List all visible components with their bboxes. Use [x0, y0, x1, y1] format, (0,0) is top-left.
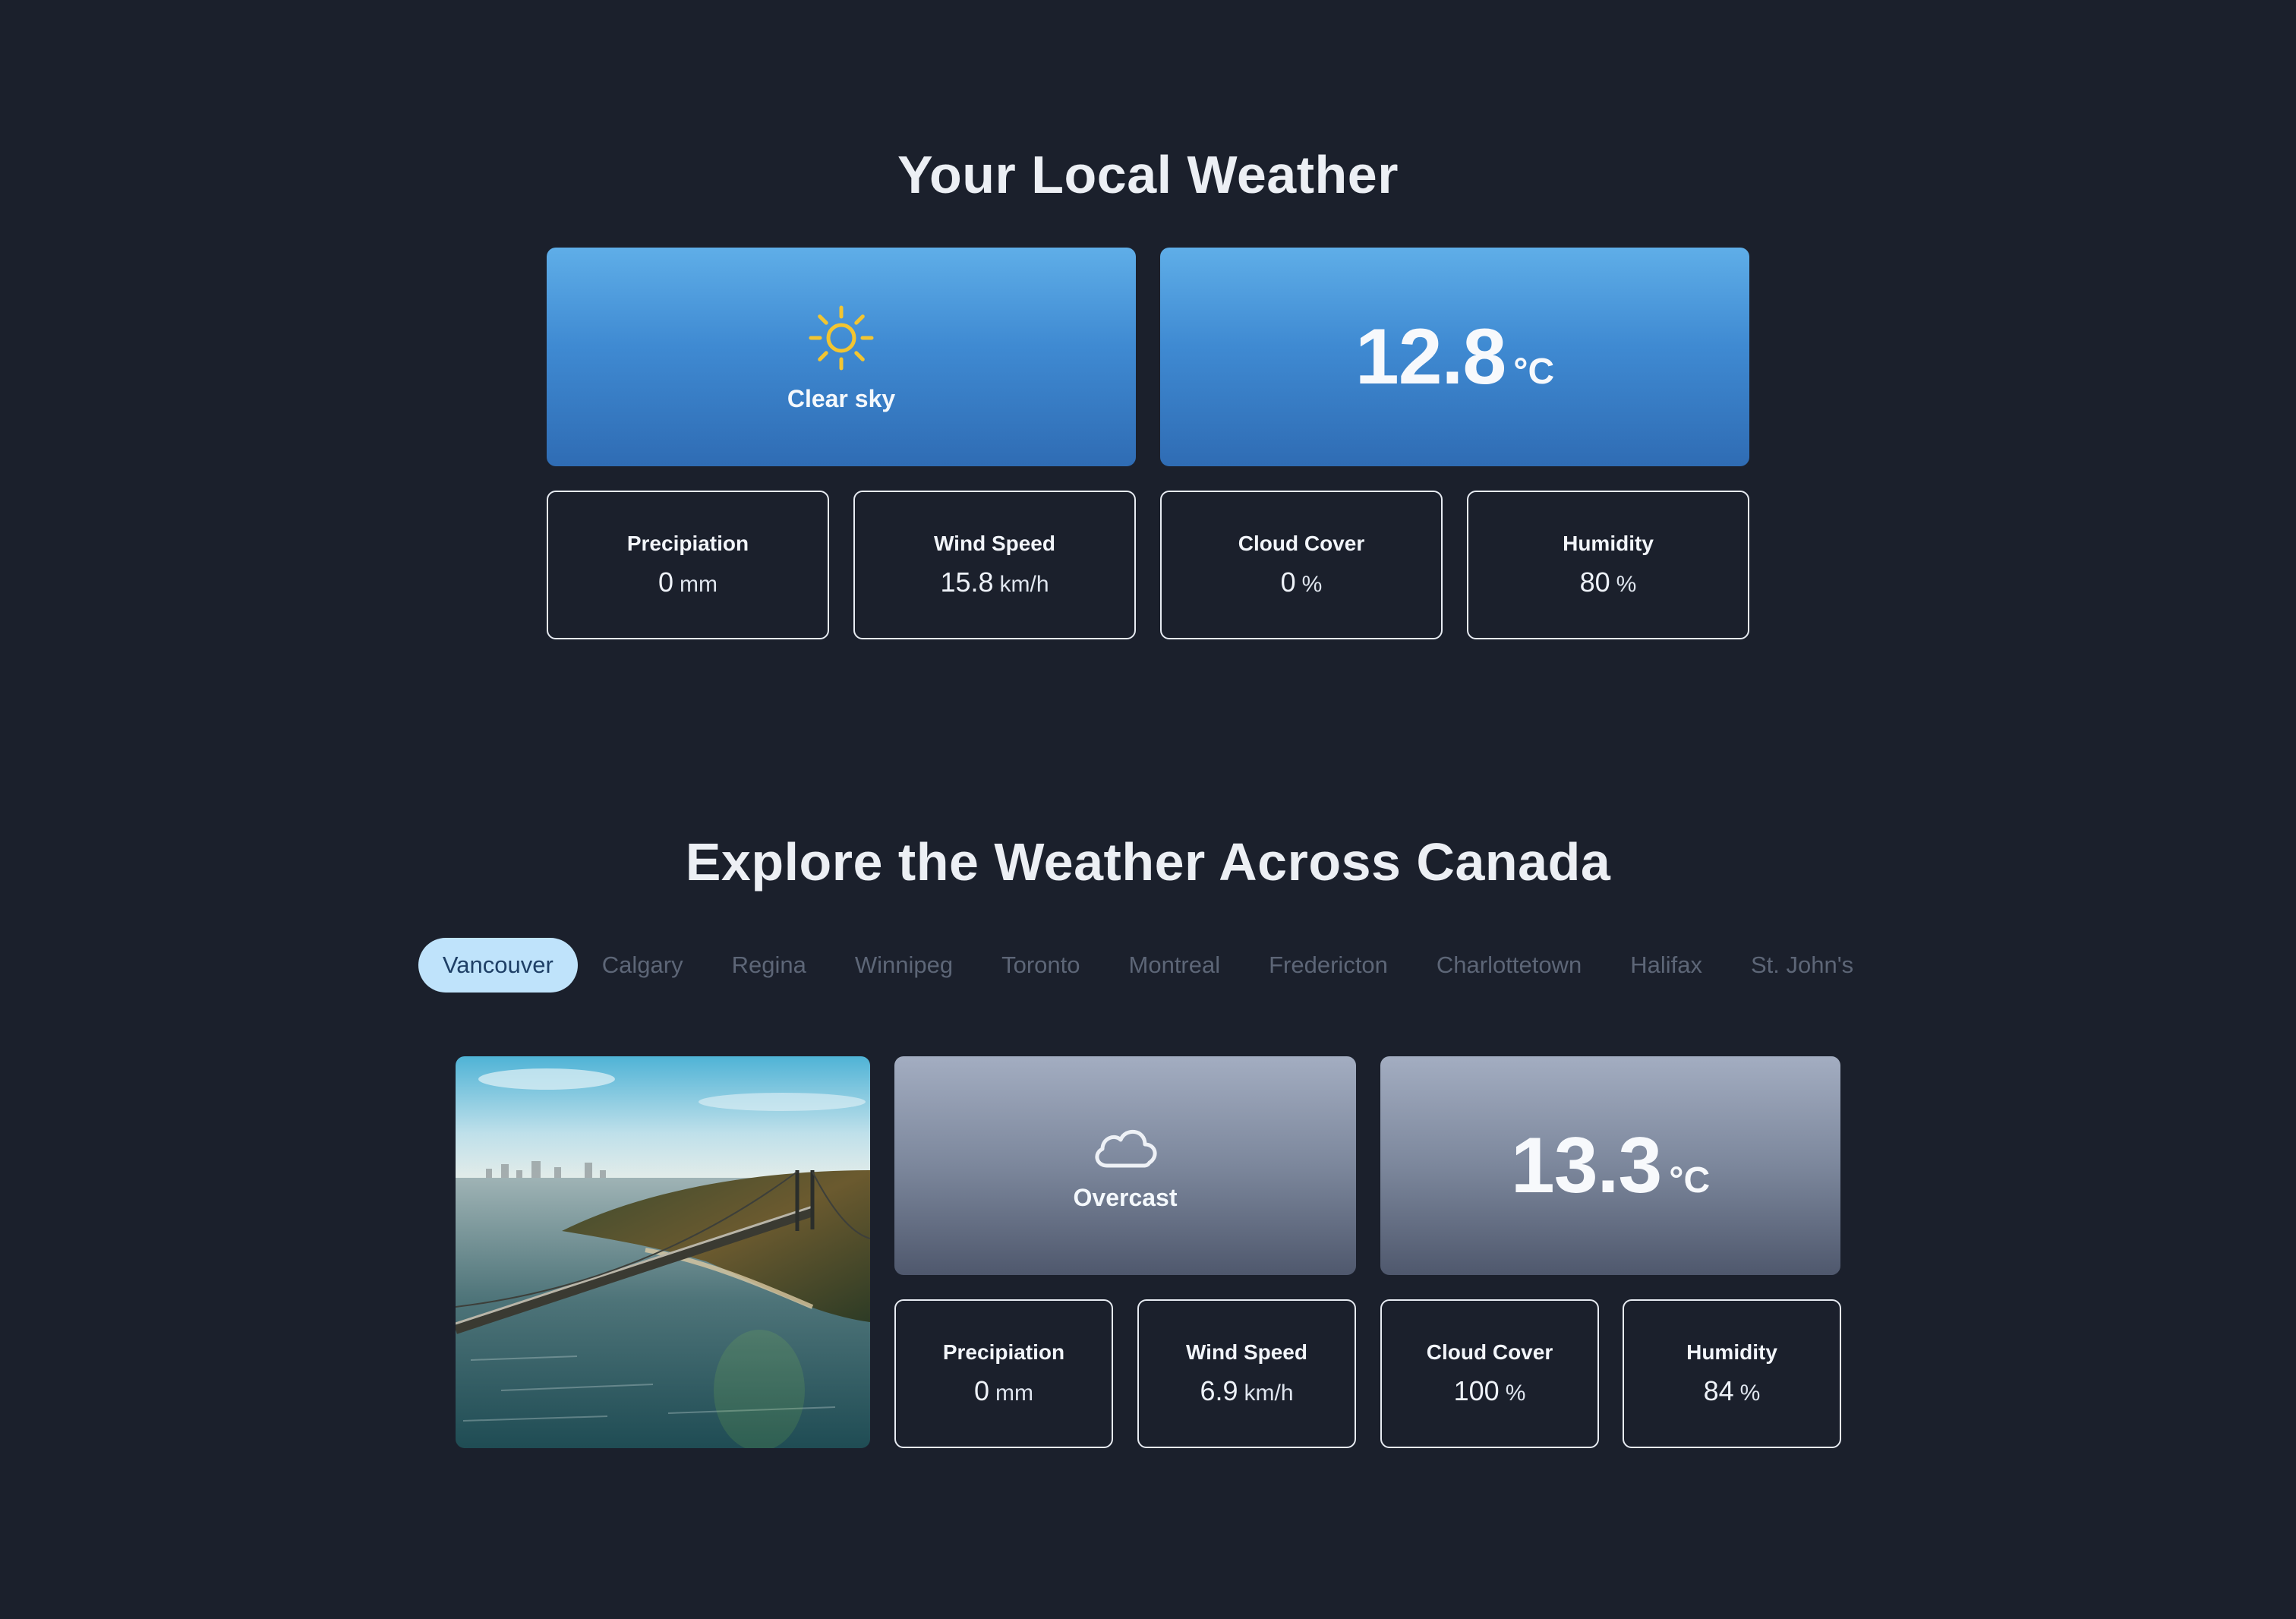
city-temperature-value: 13.3: [1510, 1121, 1662, 1210]
stat-title: Humidity: [1686, 1340, 1777, 1364]
stat-value: 80: [1579, 566, 1610, 598]
local-condition-card: Clear sky: [547, 248, 1136, 466]
tab-calgary[interactable]: Calgary: [578, 938, 708, 993]
tab-montreal[interactable]: Montreal: [1105, 938, 1245, 993]
tab-vancouver[interactable]: Vancouver: [418, 938, 578, 993]
city-condition-label: Overcast: [1073, 1183, 1178, 1211]
city-temperature-card: 13.3 °C: [1380, 1056, 1840, 1275]
stat-unit: mm: [680, 572, 718, 597]
local-temperature-unit: °C: [1513, 351, 1555, 392]
city-precipitation-card: Precipiation 0 mm: [894, 1299, 1113, 1448]
tab-regina[interactable]: Regina: [708, 938, 831, 993]
tab-fredericton[interactable]: Fredericton: [1244, 938, 1412, 993]
stat-title: Wind Speed: [934, 532, 1055, 555]
tab-charlottetown[interactable]: Charlottetown: [1412, 938, 1606, 993]
sun-icon: [809, 305, 874, 370]
city-temperature-unit: °C: [1669, 1160, 1711, 1201]
weather-page: Your Local Weather Clear sky 12.8 °C Pre…: [0, 0, 2296, 1619]
stat-unit: %: [1301, 572, 1323, 597]
tab-toronto[interactable]: Toronto: [977, 938, 1104, 993]
stat-value: 100: [1453, 1375, 1500, 1406]
stat-unit: mm: [995, 1381, 1033, 1406]
stat-title: Wind Speed: [1186, 1340, 1307, 1364]
stat-title: Precipiation: [942, 1340, 1065, 1364]
local-cloud-cover-card: Cloud Cover 0%: [1160, 491, 1443, 639]
tab-halifax[interactable]: Halifax: [1606, 938, 1727, 993]
stat-value: 84: [1703, 1375, 1734, 1406]
stat-unit: km/h: [1244, 1381, 1294, 1406]
local-humidity-card: Humidity 80%: [1467, 491, 1749, 639]
local-precipitation-card: Precipiation 0 mm: [547, 491, 829, 639]
city-condition-card: Overcast: [894, 1056, 1356, 1275]
stat-unit: km/h: [999, 572, 1049, 597]
stat-value: 0: [658, 566, 674, 598]
city-wind-speed-card: Wind Speed 6.9 km/h: [1137, 1299, 1356, 1448]
stat-value: 0: [1280, 566, 1296, 598]
city-photo: [456, 1056, 870, 1448]
stat-unit: %: [1739, 1381, 1761, 1406]
stat-value: 6.9: [1200, 1375, 1238, 1406]
city-humidity-card: Humidity 84%: [1623, 1299, 1841, 1448]
local-wind-speed-card: Wind Speed 15.8 km/h: [853, 491, 1136, 639]
explore-canada-title: Explore the Weather Across Canada: [685, 832, 1611, 892]
tab-st-johns[interactable]: St. John's: [1727, 938, 1878, 993]
local-weather-title: Your Local Weather: [897, 145, 1399, 204]
cloud-icon: [1095, 1129, 1157, 1167]
local-condition-label: Clear sky: [787, 384, 896, 412]
stat-title: Cloud Cover: [1426, 1340, 1553, 1364]
stat-unit: %: [1616, 572, 1637, 597]
local-temperature-value: 12.8: [1355, 312, 1506, 401]
stat-value: 15.8: [940, 566, 994, 598]
tab-winnipeg[interactable]: Winnipeg: [831, 938, 977, 993]
stat-title: Precipiation: [626, 532, 749, 555]
stat-title: Humidity: [1563, 532, 1654, 555]
city-cloud-cover-card: Cloud Cover 100%: [1380, 1299, 1599, 1448]
local-temperature-card: 12.8 °C: [1160, 248, 1749, 466]
city-tabs: Vancouver Calgary Regina Winnipeg Toront…: [0, 935, 2296, 996]
stat-title: Cloud Cover: [1238, 532, 1365, 555]
stat-unit: %: [1505, 1381, 1526, 1406]
stat-value: 0: [973, 1375, 990, 1406]
